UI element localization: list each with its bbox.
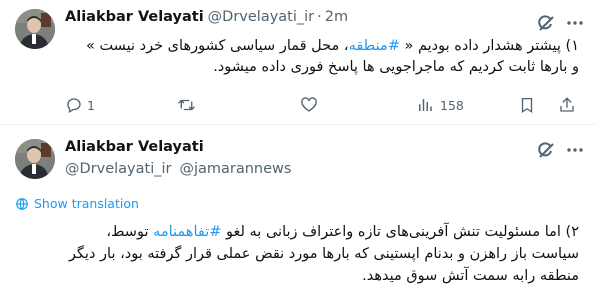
retweet-icon: [178, 99, 195, 111]
tweet-text-line-1: ۲) اما مسئولیت تنش آفرینی‌های تازه واعتر…: [106, 224, 579, 240]
avatar[interactable]: [15, 9, 55, 49]
tweet-text-line-2: و بارها ثابت کردیم که ماجراجویی ها پاسخ …: [213, 59, 579, 75]
grok-icon[interactable]: [536, 13, 556, 37]
tweet-header: Aliakbar Velayati @Drvelayati_ir · 2m: [65, 9, 348, 25]
separator: ·: [317, 9, 322, 25]
views-icon: [419, 99, 432, 111]
tweet-header: Aliakbar Velayati @Drvelayati_ir @jamara…: [65, 138, 291, 177]
hashtag-link[interactable]: #منطقه: [349, 38, 400, 54]
hashtag-link[interactable]: #تفاهمنامه: [153, 224, 221, 240]
tweet-text-line-1: ۱) پیشتر هشدار داده بودیم « #منطقه، محل …: [85, 38, 579, 54]
views-count: 158: [440, 97, 464, 113]
more-icon[interactable]: [565, 13, 585, 37]
handle[interactable]: @Drvelayati_ir: [208, 9, 314, 25]
tweet-text: ۱) پیشتر هشدار داده بودیم « #منطقه، محل …: [69, 36, 579, 78]
timestamp[interactable]: 2m: [325, 9, 348, 25]
show-translation-label: Show translation: [34, 196, 139, 211]
display-name[interactable]: Aliakbar Velayati: [65, 9, 204, 25]
like-icon: [301, 97, 317, 112]
avatar[interactable]: [15, 139, 55, 179]
reply-button[interactable]: 1: [65, 96, 95, 114]
globe-icon: [16, 197, 28, 210]
share-icon: [560, 97, 574, 112]
like-button[interactable]: [300, 96, 318, 114]
grok-icon[interactable]: [536, 140, 556, 164]
bookmark-button[interactable]: [518, 96, 536, 114]
reply-count: 1: [87, 97, 95, 113]
show-translation-link[interactable]: Show translation: [15, 196, 139, 211]
tweet-text-line-2: سیاست باز راهزن و بدنام اپستینی که بارها…: [68, 246, 579, 262]
via-handle[interactable]: @jamarannews: [179, 161, 291, 177]
tweet-text: ۲) اما مسئولیت تنش آفرینی‌های تازه واعتر…: [9, 221, 579, 287]
tweet-text-line-3: منطقه رابه سمت آتش سوق میدهد.: [362, 268, 579, 284]
handle[interactable]: @Drvelayati_ir: [65, 161, 171, 177]
reply-icon: [67, 98, 81, 113]
views-button[interactable]: 158: [416, 96, 464, 114]
more-icon[interactable]: [565, 140, 585, 164]
retweet-button[interactable]: [177, 96, 196, 114]
display-name[interactable]: Aliakbar Velayati: [65, 138, 291, 157]
bookmark-icon: [521, 97, 533, 114]
share-button[interactable]: [558, 96, 576, 114]
tweet-divider: [0, 124, 597, 125]
